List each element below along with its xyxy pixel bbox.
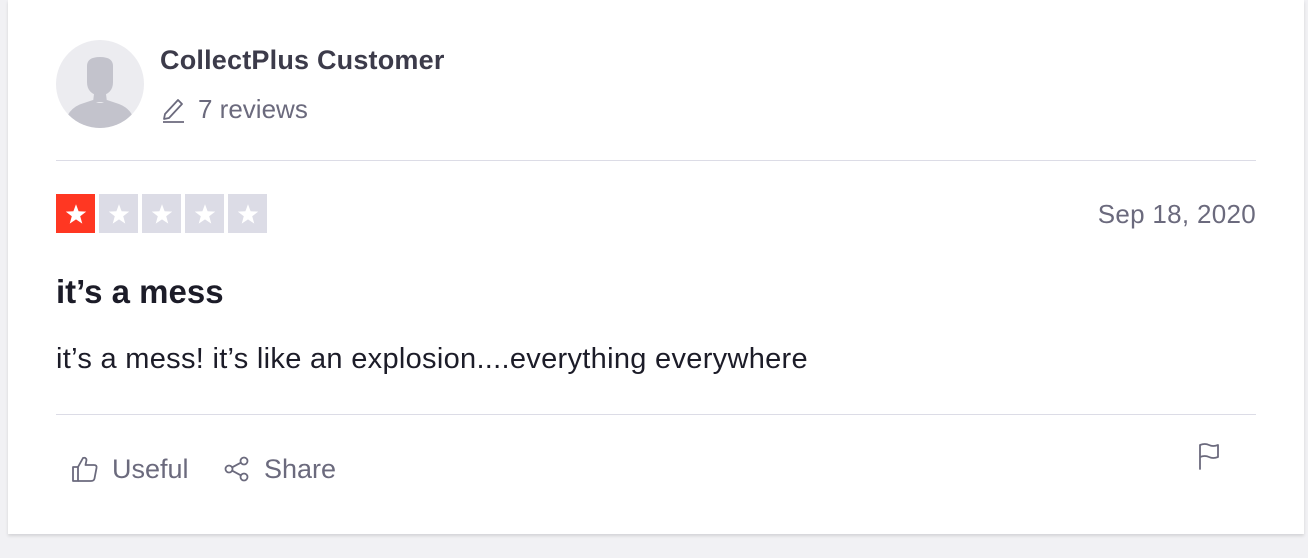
review-count: 7 reviews xyxy=(198,93,308,124)
divider xyxy=(56,160,1256,161)
star-icon xyxy=(65,203,86,224)
star-empty xyxy=(142,194,181,233)
star-icon xyxy=(194,203,215,224)
divider xyxy=(56,414,1256,415)
share-button[interactable]: Share xyxy=(222,450,336,488)
thumbs-up-icon xyxy=(72,456,98,482)
review-count-link[interactable]: 7 reviews xyxy=(160,92,308,126)
star-empty xyxy=(185,194,224,233)
reviewer-name[interactable]: CollectPlus Customer xyxy=(160,44,445,76)
avatar-silhouette-icon xyxy=(64,57,136,128)
avatar[interactable] xyxy=(56,40,144,128)
report-flag-button[interactable] xyxy=(1194,440,1224,472)
star-rating xyxy=(56,194,267,233)
useful-label: Useful xyxy=(112,453,189,484)
share-icon xyxy=(224,456,249,482)
review-date: Sep 18, 2020 xyxy=(1097,199,1256,229)
review-body: it’s a mess! it’s like an explosion....e… xyxy=(56,343,808,375)
useful-button[interactable]: Useful xyxy=(70,450,189,488)
flag-icon xyxy=(1199,443,1219,470)
star-icon xyxy=(108,203,129,224)
share-label: Share xyxy=(264,453,337,484)
star-icon xyxy=(237,203,258,224)
star-empty xyxy=(228,194,267,233)
review-title[interactable]: it’s a mess xyxy=(56,272,224,312)
star-empty xyxy=(99,194,138,233)
star-icon xyxy=(151,203,172,224)
star-filled xyxy=(56,194,95,233)
review-card: CollectPlus Customer 7 reviews Sep 18, 2… xyxy=(8,0,1304,534)
pencil-icon xyxy=(163,99,184,123)
